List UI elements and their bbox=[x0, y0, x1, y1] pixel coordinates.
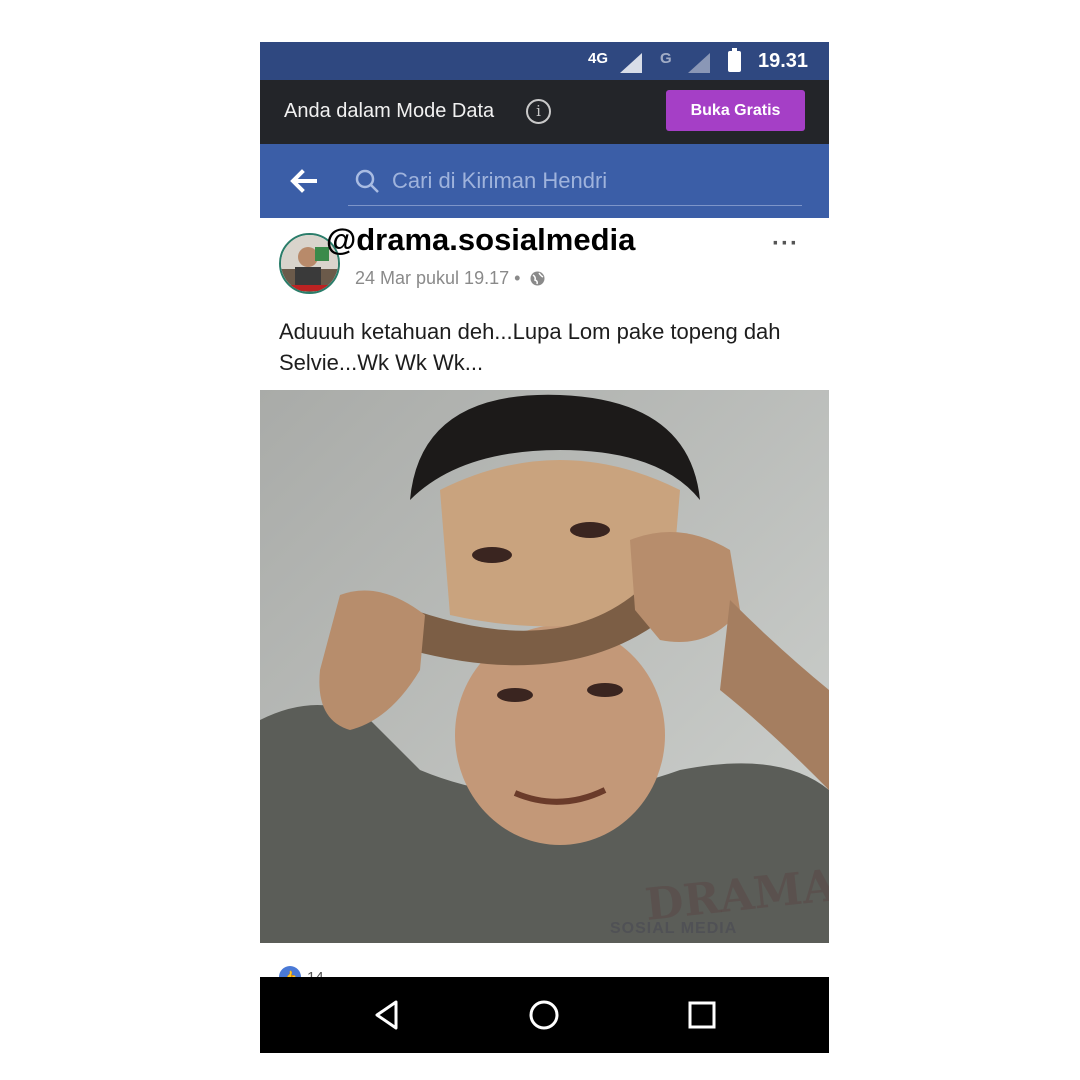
post-meta: 24 Mar pukul 19.17 • bbox=[355, 268, 546, 289]
post-text: Aduuuh ketahuan deh...Lupa Lom pake tope… bbox=[279, 319, 781, 375]
system-nav-bar bbox=[260, 977, 829, 1053]
meta-separator: • bbox=[514, 268, 521, 288]
nav-recents-icon[interactable] bbox=[682, 997, 722, 1033]
search-input[interactable] bbox=[348, 156, 802, 206]
search-icon bbox=[354, 168, 380, 194]
post-header: @drama.sosialmedia 24 Mar pukul 19.17 • … bbox=[260, 218, 829, 304]
image-watermark-subtitle: SOSIAL MEDIA bbox=[610, 920, 738, 937]
search-bar bbox=[260, 144, 829, 218]
nav-back-icon[interactable] bbox=[368, 997, 408, 1033]
data-mode-text: Anda dalam Mode Data bbox=[284, 100, 495, 122]
post-image[interactable]: DRAMA SOSIAL MEDIA bbox=[260, 390, 829, 943]
more-horizontal-icon[interactable]: ··· bbox=[772, 230, 799, 258]
network-type-label: G bbox=[660, 50, 672, 67]
nav-home-icon[interactable] bbox=[524, 997, 564, 1033]
battery-icon bbox=[728, 48, 741, 72]
clock: 19.31 bbox=[758, 50, 809, 72]
info-icon[interactable]: i bbox=[526, 99, 551, 124]
post-timestamp[interactable]: 24 Mar pukul 19.17 bbox=[355, 268, 509, 288]
signal-icon bbox=[688, 53, 710, 73]
data-mode-bar: Anda dalam Mode Data i Buka Gratis bbox=[260, 80, 829, 144]
post-author[interactable]: @drama.sosialmedia bbox=[326, 222, 635, 258]
network-type-label: 4G bbox=[588, 50, 609, 67]
globe-icon bbox=[529, 270, 546, 287]
open-free-button[interactable]: Buka Gratis bbox=[666, 90, 805, 131]
arrow-left-icon[interactable] bbox=[288, 166, 322, 196]
signal-icon bbox=[620, 53, 642, 73]
phone-screen: 4G G 19.31 Anda dalam Mode Data i Buka G… bbox=[260, 42, 829, 1053]
status-bar: 4G G 19.31 bbox=[260, 42, 829, 80]
